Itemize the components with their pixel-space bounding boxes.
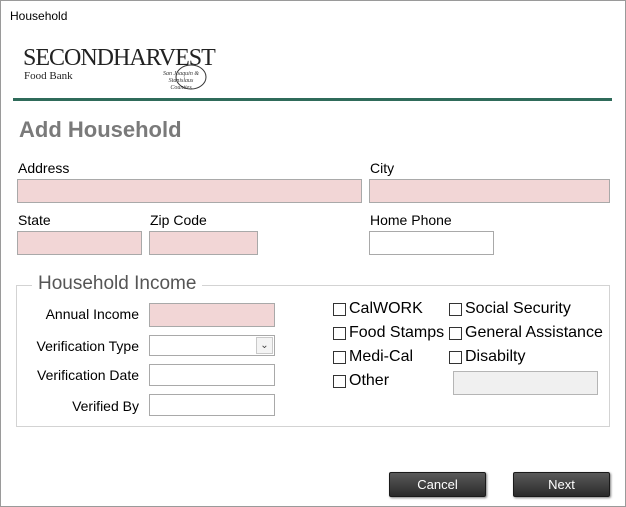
city-label: City xyxy=(370,160,395,176)
verification-date-field[interactable] xyxy=(149,364,275,386)
verified-by-field[interactable] xyxy=(149,394,275,416)
second-harvest-logo: SECONDHARVEST Food Bank San Joaquin & St… xyxy=(23,45,216,95)
chevron-down-icon[interactable]: ⌄ xyxy=(256,337,273,354)
next-button[interactable]: Next xyxy=(513,472,610,497)
city-field[interactable] xyxy=(369,179,610,203)
checkbox-label: General Assistance xyxy=(465,324,603,341)
checkbox-label: Medi-Cal xyxy=(349,348,414,365)
checkbox-box[interactable] xyxy=(333,350,346,364)
verified-by-label: Verified By xyxy=(72,398,139,414)
household-income-title: Household Income xyxy=(32,273,203,295)
checkbox-box[interactable] xyxy=(333,374,346,388)
page-title: Add Household xyxy=(19,117,182,142)
food-stamps-checkbox[interactable]: Food Stamps xyxy=(333,324,444,342)
checkbox-label: Social Security xyxy=(465,300,571,317)
checkbox-label: Food Stamps xyxy=(349,324,445,341)
calwork-checkbox[interactable]: CalWORK xyxy=(333,300,423,318)
household-window: Household SECONDHARVEST Food Bank San Jo… xyxy=(0,0,626,507)
general-assistance-checkbox[interactable]: General Assistance xyxy=(449,324,603,342)
checkbox-box[interactable] xyxy=(449,302,462,316)
disability-checkbox[interactable]: Disabilty xyxy=(449,348,525,366)
checkbox-label: CalWORK xyxy=(349,300,423,317)
cancel-button[interactable]: Cancel xyxy=(389,472,486,497)
other-field[interactable] xyxy=(453,371,598,395)
verification-type-label: Verification Type xyxy=(36,338,139,354)
checkbox-box[interactable] xyxy=(333,302,346,316)
medi-cal-checkbox[interactable]: Medi-Cal xyxy=(333,348,413,366)
checkbox-box[interactable] xyxy=(333,326,346,340)
annual-income-label: Annual Income xyxy=(45,306,139,322)
zip-code-label: Zip Code xyxy=(150,212,207,228)
verification-type-select[interactable]: ⌄ xyxy=(149,335,275,356)
state-field[interactable] xyxy=(17,231,142,255)
checkbox-label: Other xyxy=(349,372,390,389)
header-divider xyxy=(13,98,612,101)
other-checkbox[interactable]: Other xyxy=(333,372,389,390)
state-label: State xyxy=(18,212,51,228)
checkbox-box[interactable] xyxy=(449,350,462,364)
home-phone-field[interactable] xyxy=(369,231,494,255)
checkbox-label: Disabilty xyxy=(465,348,526,365)
zip-code-field[interactable] xyxy=(149,231,258,255)
address-field[interactable] xyxy=(17,179,362,203)
logo-tagline: San Joaquin & Stanislaus Counties xyxy=(163,71,199,91)
home-phone-label: Home Phone xyxy=(370,212,452,228)
address-label: Address xyxy=(18,160,70,176)
logo-sub-text: Food Bank xyxy=(24,70,73,82)
window-title: Household xyxy=(10,9,68,23)
verification-date-label: Verification Date xyxy=(37,367,139,383)
annual-income-field[interactable] xyxy=(149,303,275,327)
social-security-checkbox[interactable]: Social Security xyxy=(449,300,571,318)
checkbox-box[interactable] xyxy=(449,326,462,340)
